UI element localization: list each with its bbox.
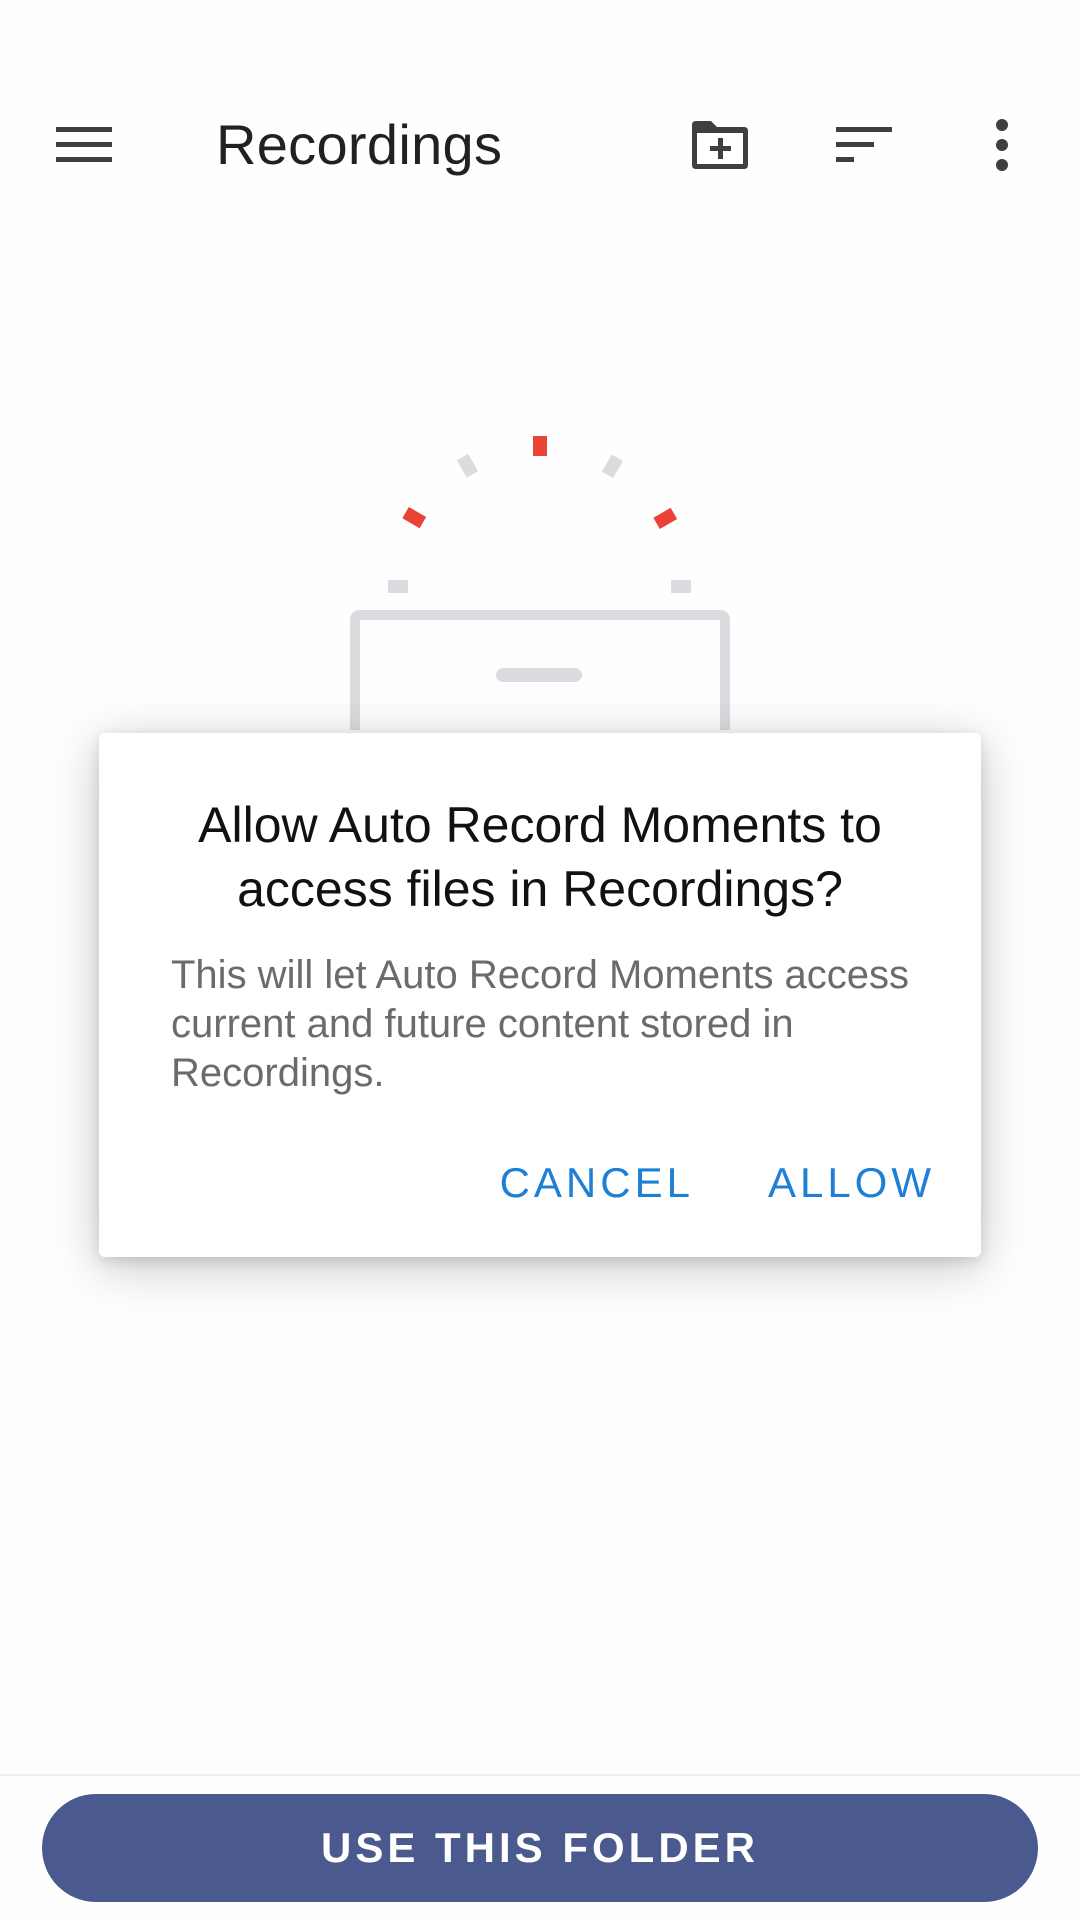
hamburger-menu-icon bbox=[56, 127, 112, 162]
screen: Recordings Allow Auto Record Moments to … bbox=[0, 0, 1080, 1920]
dialog-message: This will let Auto Record Moments access… bbox=[171, 953, 910, 1095]
dialog-actions: CANCEL ALLOW bbox=[500, 1143, 935, 1223]
more-vert-icon bbox=[996, 119, 1008, 171]
sort-button[interactable] bbox=[804, 70, 924, 220]
use-this-folder-button[interactable]: USE THIS FOLDER bbox=[42, 1794, 1038, 1902]
permission-dialog: Allow Auto Record Moments to access file… bbox=[99, 733, 981, 1257]
allow-button[interactable]: ALLOW bbox=[768, 1159, 935, 1207]
sort-icon bbox=[836, 127, 892, 162]
create-new-folder-icon bbox=[692, 121, 748, 169]
cancel-button[interactable]: CANCEL bbox=[500, 1159, 694, 1207]
bottom-divider bbox=[0, 1774, 1080, 1776]
top-app-bar: Recordings bbox=[0, 70, 1080, 220]
dialog-title: Allow Auto Record Moments to access file… bbox=[198, 797, 882, 917]
new-folder-button[interactable] bbox=[660, 70, 780, 220]
empty-folder-illustration bbox=[350, 436, 730, 730]
navigation-menu-button[interactable] bbox=[24, 70, 144, 220]
page-title: Recordings bbox=[216, 113, 503, 176]
more-options-button[interactable] bbox=[942, 70, 1062, 220]
